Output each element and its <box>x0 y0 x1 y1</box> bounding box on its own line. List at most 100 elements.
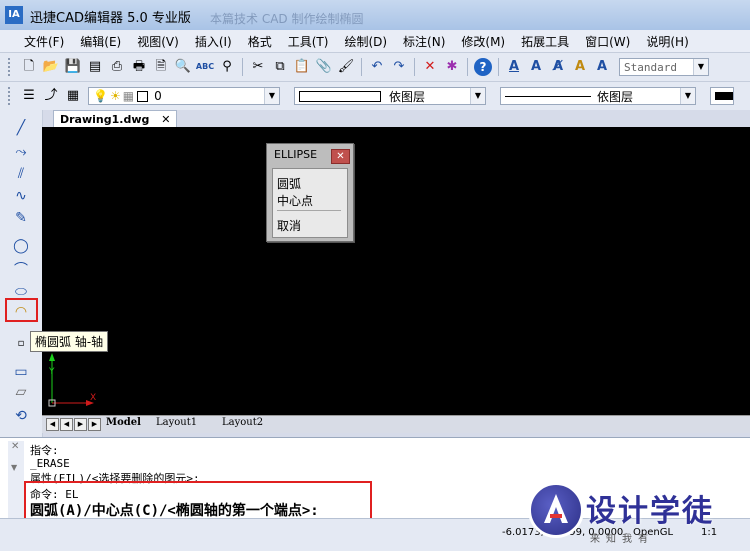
menu-dimension[interactable]: 标注(N) <box>395 33 453 50</box>
document-tab[interactable]: Drawing1.dwg ✕ <box>53 110 178 128</box>
menu-option-cancel[interactable]: 取消 <box>277 217 301 234</box>
menu-help[interactable]: 说明(H) <box>638 33 696 50</box>
copy-icon[interactable]: ⧉ <box>271 58 289 76</box>
text-edit-icon[interactable]: A̸ <box>549 58 567 76</box>
spellcheck-icon[interactable]: ABC <box>196 58 214 76</box>
prev-tab-icon[interactable]: ◀ <box>60 418 73 431</box>
layer-value: 0 <box>154 89 162 103</box>
command-scrollbar[interactable]: ✕ ▼ <box>8 441 24 519</box>
first-tab-icon[interactable]: ◀ <box>46 418 59 431</box>
toolbar-grip[interactable] <box>8 87 13 105</box>
text-style-select[interactable]: Standard ▼ <box>619 58 709 76</box>
arc-icon[interactable]: ⌒ <box>10 260 32 280</box>
menu-insert[interactable]: 插入(I) <box>187 33 240 50</box>
chevron-down-icon[interactable]: ▼ <box>680 88 695 104</box>
layout-tab-bar: ◀ ◀ ▶ ▶ Model Layout1 Layout2 <box>42 415 750 433</box>
cut-icon[interactable]: ✂ <box>249 58 267 76</box>
menu-divider <box>277 210 341 211</box>
command-history-line: _ERASE <box>30 457 70 470</box>
menu-format[interactable]: 格式 <box>240 33 280 50</box>
menu-modify[interactable]: 修改(M) <box>453 33 513 50</box>
print-icon[interactable]: ⎙ <box>108 58 126 76</box>
menu-option-center[interactable]: 中心点 <box>277 192 313 209</box>
last-tab-icon[interactable]: ▶ <box>88 418 101 431</box>
linetype-value: 依图层 <box>597 89 634 104</box>
paste-special-icon[interactable]: 📎 <box>315 58 333 76</box>
drawing-canvas[interactable]: Y X <box>42 127 750 415</box>
menu-tools[interactable]: 工具(T) <box>280 33 337 50</box>
circle-icon[interactable]: ◯ <box>10 236 32 256</box>
polyline-icon[interactable]: ⤳ <box>10 142 32 162</box>
close-icon[interactable]: ✕ <box>161 113 170 126</box>
logo-mark-icon <box>544 494 568 523</box>
menu-edit[interactable]: 编辑(E) <box>72 33 129 50</box>
toolbar-grip[interactable] <box>8 58 13 76</box>
menu-view[interactable]: 视图(V) <box>129 33 187 50</box>
close-icon[interactable]: ✕ <box>11 441 19 452</box>
close-icon[interactable]: ✕ <box>331 149 350 164</box>
rectangle-icon[interactable]: ▭ <box>10 362 32 382</box>
menu-option-arc[interactable]: 圆弧 <box>277 175 301 192</box>
next-tab-icon[interactable]: ▶ <box>74 418 87 431</box>
toolbar-separator <box>361 58 362 76</box>
toolbar-separator <box>467 58 468 76</box>
freehand-icon[interactable]: ✎ <box>10 208 32 228</box>
purge-icon[interactable]: ✱ <box>443 58 461 76</box>
binoculars-icon[interactable]: ⚲ <box>218 58 236 76</box>
layer-manager-icon[interactable]: ☰ <box>20 87 38 105</box>
layer-previous-icon[interactable]: ⤴ <box>42 87 60 105</box>
menu-window[interactable]: 窗口(W) <box>577 33 638 50</box>
command-history-line: 指令: <box>30 444 59 457</box>
title-bar: IA 迅捷CAD编辑器 5.0 专业版 本篇技术 CAD 制作绘制椭圆 <box>0 0 750 31</box>
open-file-icon[interactable]: 📂 <box>42 58 60 76</box>
linetype-swatch <box>505 95 591 97</box>
undo-icon[interactable]: ↶ <box>368 58 386 76</box>
lineweight-select[interactable] <box>710 87 734 105</box>
paste-icon[interactable]: 📋 <box>293 58 311 76</box>
text-style-icon[interactable]: A <box>571 58 589 76</box>
layer-select[interactable]: 💡 ☀ ▦ 0 ▼ <box>88 87 280 105</box>
point-icon[interactable]: ▫ <box>10 334 32 354</box>
print-preview-icon[interactable]: 🖶 <box>130 58 148 76</box>
text-icon[interactable]: A <box>527 58 545 76</box>
lock-icon: ▦ <box>122 89 135 103</box>
lightbulb-icon: 💡 <box>93 89 108 103</box>
menu-extensions[interactable]: 拓展工具 <box>513 33 577 50</box>
ellipse-menu-title: ELLIPSE <box>274 148 318 161</box>
tab-layout1[interactable]: Layout1 <box>156 417 197 428</box>
layer-state-icon[interactable]: ▦ <box>64 87 82 105</box>
tab-model[interactable]: Model <box>106 417 141 428</box>
new-file-icon[interactable]: 🗋 <box>20 58 38 76</box>
delete-icon[interactable]: ✕ <box>421 58 439 76</box>
logo-subtext: 来知我有 <box>590 534 654 545</box>
text-find-icon[interactable]: A <box>593 58 611 76</box>
line-icon[interactable]: ╱ <box>10 118 32 138</box>
standard-toolbar: 🗋 📂 💾 ▤ ⎙ 🖶 🗎 🔍 ABC ⚲ ✂ ⧉ 📋 📎 🖌 ↶ ↷ ✕ ✱ … <box>0 53 750 82</box>
export-icon[interactable]: 🗎 <box>152 58 170 76</box>
chevron-down-icon[interactable]: ▼ <box>264 88 279 104</box>
chevron-down-icon[interactable]: ▼ <box>470 88 485 104</box>
redo-icon[interactable]: ↷ <box>390 58 408 76</box>
color-square-icon <box>137 90 149 102</box>
help-icon[interactable]: ? <box>474 58 492 76</box>
menu-draw[interactable]: 绘制(D) <box>336 33 395 50</box>
chevron-down-icon[interactable]: ▼ <box>693 59 708 75</box>
save-all-icon[interactable]: ▤ <box>86 58 104 76</box>
menu-file[interactable]: 文件(F) <box>0 33 72 50</box>
hatch-icon[interactable]: ▱ <box>10 382 32 402</box>
ucs-x-label: X <box>90 393 97 403</box>
color-select[interactable]: 依图层 ▼ <box>294 87 486 105</box>
tab-layout2[interactable]: Layout2 <box>222 417 263 428</box>
multiline-icon[interactable]: ⫽ <box>10 164 32 184</box>
region-icon[interactable]: ⟲ <box>10 406 32 426</box>
spline-icon[interactable]: ∿ <box>10 186 32 206</box>
properties-toolbar: ☰ ⤴ ▦ 💡 ☀ ▦ 0 ▼ 依图层 ▼ 依图层 ▼ <box>0 82 750 111</box>
save-icon[interactable]: 💾 <box>64 58 82 76</box>
app-icon: IA <box>5 6 23 24</box>
text-underline-icon[interactable]: A <box>505 58 523 76</box>
search-icon[interactable]: 🔍 <box>174 58 192 76</box>
chevron-down-icon[interactable]: ▼ <box>11 463 17 472</box>
match-properties-icon[interactable]: 🖌 <box>337 58 355 76</box>
window-title: 迅捷CAD编辑器 5.0 专业版 <box>30 11 191 26</box>
linetype-select[interactable]: 依图层 ▼ <box>500 87 696 105</box>
